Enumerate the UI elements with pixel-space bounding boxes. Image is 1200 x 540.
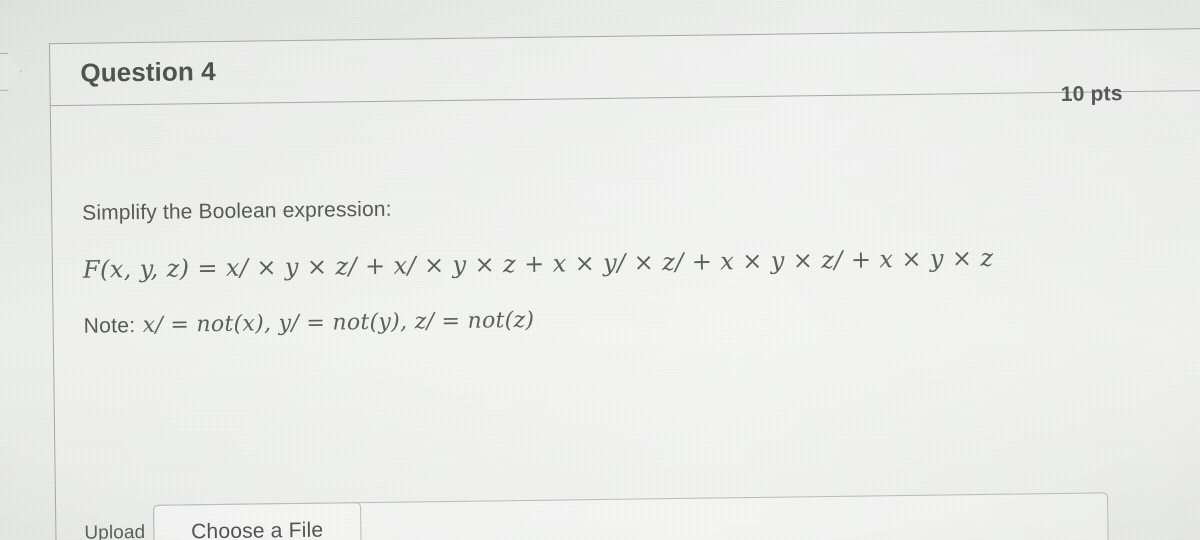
note-label: Note:	[83, 314, 136, 338]
file-upload-field[interactable]: Choose a File	[152, 492, 1109, 540]
selected-file-name	[361, 492, 1108, 540]
upload-label: Upload	[84, 521, 146, 540]
question-card: Question 4 10 pts Simplify the Boolean e…	[48, 27, 1200, 540]
points-badge: 10 pts	[1060, 82, 1123, 106]
page-title: Question 4	[80, 56, 216, 88]
choose-file-button[interactable]: Choose a File	[152, 502, 362, 540]
hexagon-tag-icon	[0, 53, 22, 92]
note-body: x/ = not(x), y/ = not(y), z/ = not(z)	[142, 307, 535, 338]
question-prompt: Simplify the Boolean expression:	[82, 197, 392, 225]
expression-note: Note: x/ = not(x), y/ = not(y), z/ = not…	[84, 308, 535, 339]
quiz-page: Question 4 10 pts Simplify the Boolean e…	[0, 0, 1200, 540]
upload-row: Upload Choose a File	[84, 492, 1109, 540]
boolean-expression: F(x, y, z) = x/ × y × z/ + x/ × y × z + …	[82, 243, 994, 284]
question-header: Question 4	[49, 28, 1200, 107]
